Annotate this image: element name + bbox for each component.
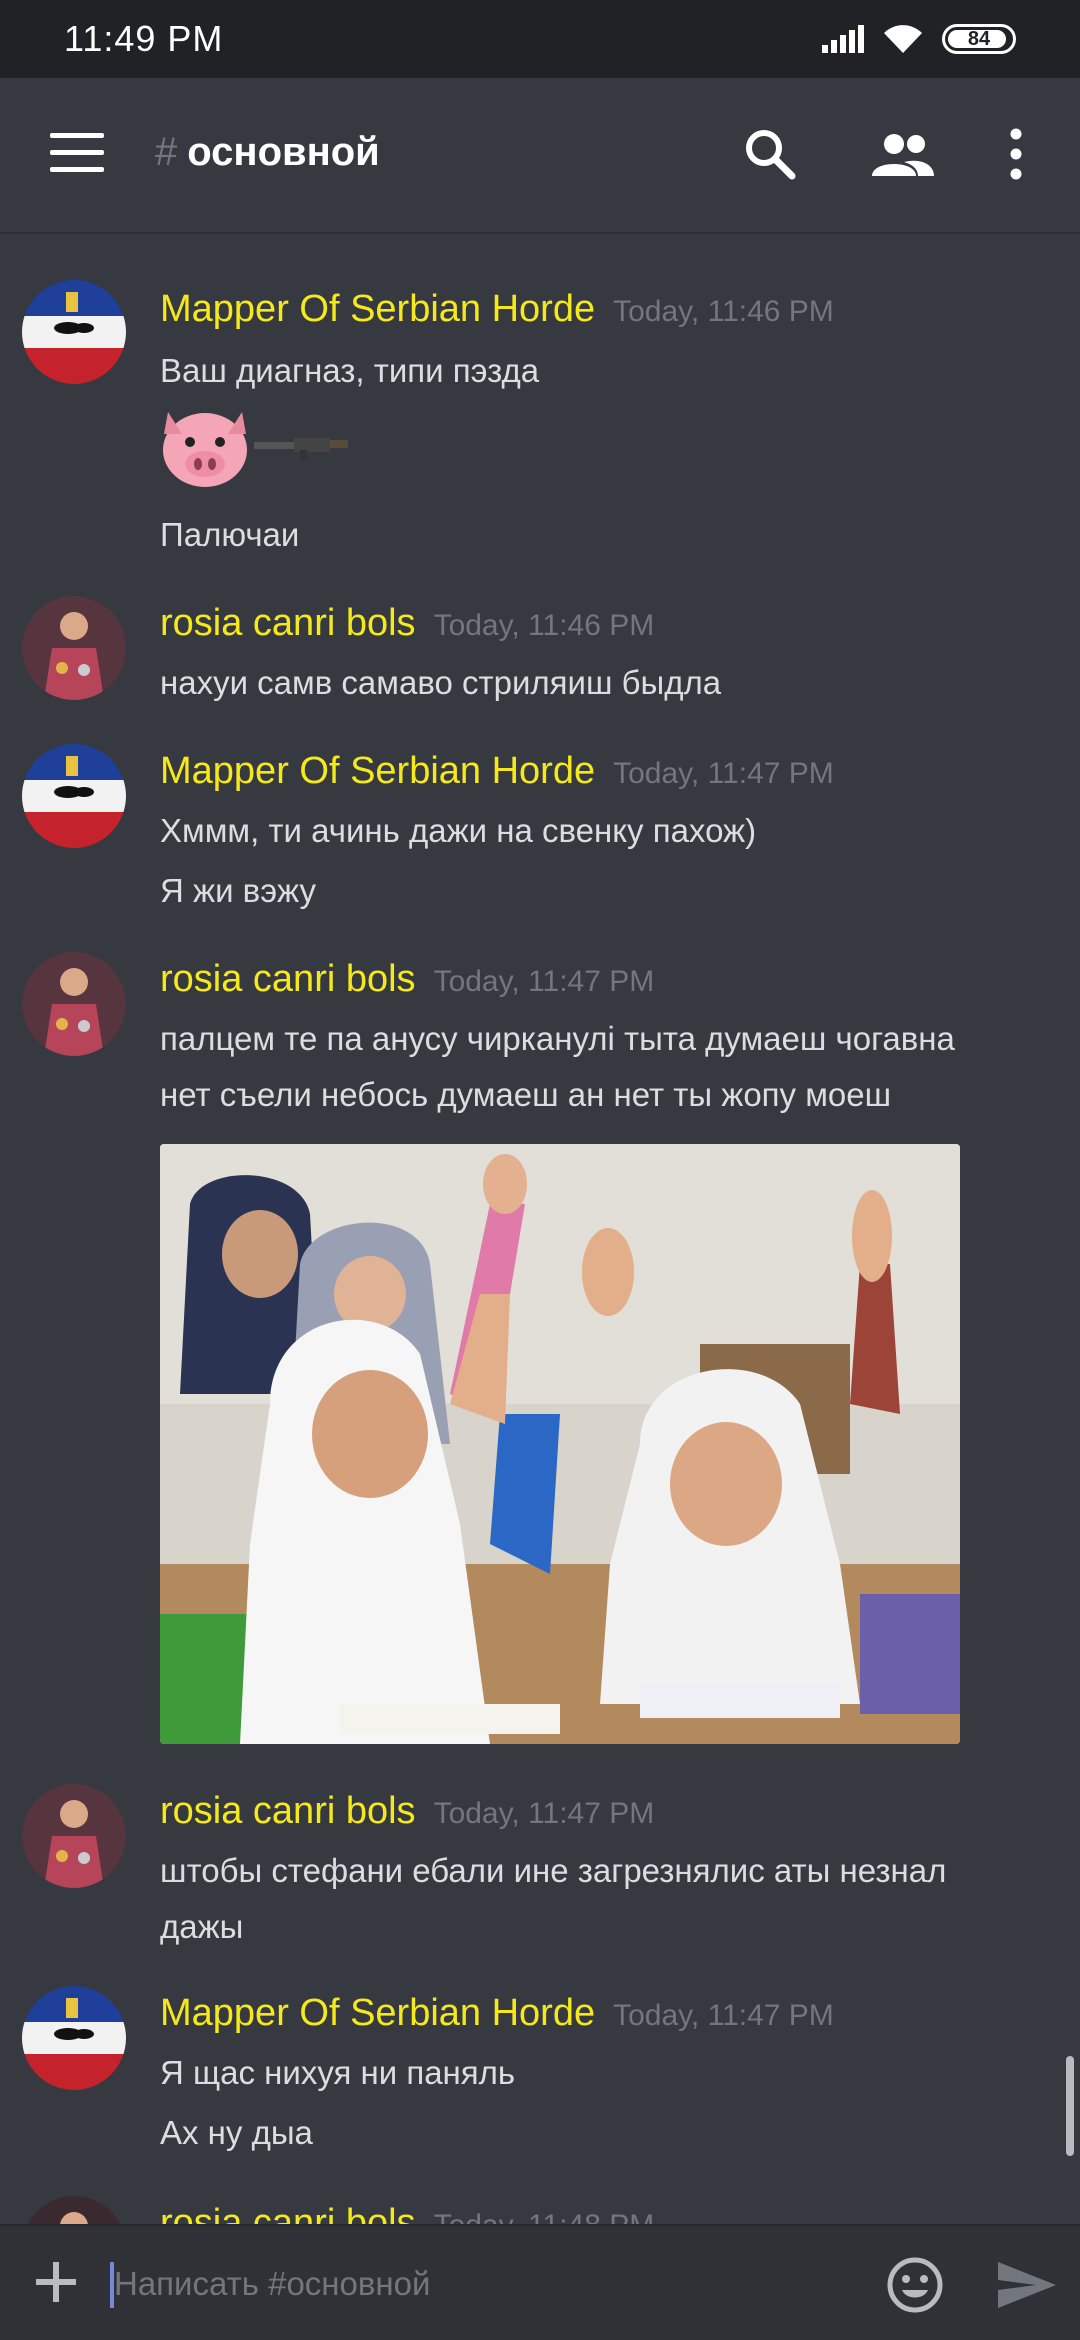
status-bar: 11:49 PM 84 — [0, 0, 1080, 78]
menu-icon[interactable] — [50, 133, 104, 175]
timestamp: Today, 11:47 PM — [433, 1797, 655, 1830]
timestamp: Today, 11:46 PM — [613, 295, 834, 328]
author-name[interactable]: rosia canri bols — [160, 2202, 416, 2224]
status-time: 11:49 PM — [64, 18, 224, 59]
scrollbar[interactable] — [1066, 2056, 1074, 2156]
message-header: Mapper Of Serbian Horde Today, 11:47 PM — [160, 1992, 834, 2035]
message-list[interactable]: Mapper Of Serbian Horde Today, 11:46 PM … — [0, 236, 1080, 2224]
author-name[interactable]: Mapper Of Serbian Horde — [160, 750, 595, 793]
signal-icon — [822, 25, 864, 53]
timestamp: Today, 11:47 PM — [613, 1999, 834, 2032]
add-icon[interactable] — [34, 2260, 78, 2304]
author-name[interactable]: Mapper Of Serbian Horde — [160, 288, 595, 331]
more-vertical-icon[interactable] — [1008, 128, 1024, 180]
emoji-picker-icon[interactable] — [886, 2256, 944, 2314]
message-header: rosia canri bols Today, 11:47 PM — [160, 1790, 654, 1833]
hash-icon: # — [155, 130, 178, 174]
message-text: Я щас нихуя ни паняль — [160, 2054, 516, 2091]
avatar[interactable] — [22, 952, 126, 1056]
avatar[interactable] — [22, 744, 126, 848]
message-text: нахуи самв самаво стриляиш быдла — [160, 664, 722, 701]
battery-level: 84 — [967, 27, 991, 50]
message-header: Mapper Of Serbian Horde Today, 11:47 PM — [160, 750, 834, 793]
message-text: нет съели небось думаеш ан нет ты жопу м… — [160, 1076, 892, 1113]
message-text: дажы — [160, 1908, 244, 1945]
timestamp: Today, 11:46 PM — [433, 609, 655, 642]
pig-emoji — [163, 412, 247, 487]
send-icon[interactable] — [996, 2260, 1058, 2310]
channel-header: # основной — [0, 78, 1080, 234]
message-header: rosia canri bols Today, 11:47 PM — [160, 958, 654, 1001]
avatar[interactable] — [22, 1784, 126, 1888]
author-name[interactable]: rosia canri bols — [160, 958, 416, 1001]
channel-title: # основной — [155, 130, 380, 175]
message-text: палцем те па анусу чирканулі тыта думаеш… — [160, 1020, 955, 1057]
search-icon[interactable] — [742, 126, 798, 182]
message-header: rosia canri bols Today, 11:46 PM — [160, 602, 654, 645]
author-name[interactable]: rosia canri bols — [160, 602, 416, 645]
message-input-bar — [0, 2224, 1080, 2340]
message-text: штобы стефани ебали ине загрезнялис аты … — [160, 1852, 947, 1889]
members-icon[interactable] — [870, 132, 936, 180]
avatar[interactable] — [22, 2196, 126, 2224]
author-name[interactable]: rosia canri bols — [160, 1790, 416, 1833]
author-name[interactable]: Mapper Of Serbian Horde — [160, 1992, 595, 2035]
message-text: Ах ну дыа — [160, 2114, 313, 2151]
avatar[interactable] — [22, 596, 126, 700]
avatar[interactable] — [22, 280, 126, 384]
timestamp: Today, 11:47 PM — [613, 757, 834, 790]
channel-name: основной — [187, 130, 380, 174]
message-text: Хммм, ти ачинь дажи на свенку пахож) — [160, 812, 757, 849]
battery-icon: 84 — [942, 24, 1016, 54]
wifi-icon — [884, 25, 922, 53]
image-attachment[interactable] — [160, 1144, 960, 1744]
message-text: Ваш диагназ, типи пэзда — [160, 352, 540, 389]
message-text: Я жи вэжу — [160, 872, 316, 909]
avatar[interactable] — [22, 1986, 126, 2090]
message-text: Палючаи — [160, 516, 300, 553]
gun-emoji — [254, 438, 348, 460]
message-input[interactable] — [114, 2254, 854, 2314]
message-header: Mapper Of Serbian Horde Today, 11:46 PM — [160, 288, 834, 331]
status-icons: 84 — [822, 23, 1016, 55]
message-header: rosia canri bols Today, 11:48 PM — [160, 2202, 654, 2224]
timestamp: Today, 11:48 PM — [434, 2209, 655, 2224]
timestamp: Today, 11:47 PM — [433, 965, 655, 998]
